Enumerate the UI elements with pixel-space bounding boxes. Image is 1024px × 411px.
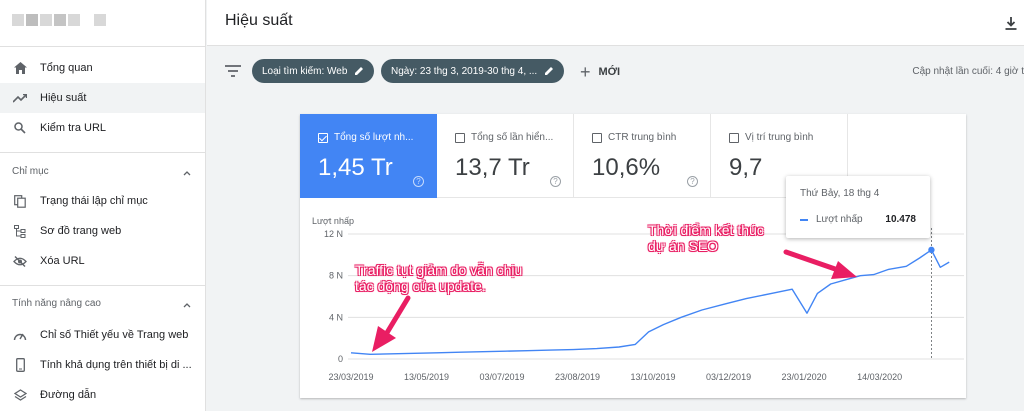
tooltip-value: 10.478 xyxy=(885,214,916,225)
tooltip-series: Lượt nhấp xyxy=(816,214,863,225)
tooltip-date: Thứ Bảy, 18 thg 4 xyxy=(800,188,880,199)
arrow-right xyxy=(783,249,857,279)
chart-tooltip: Thứ Bảy, 18 thg 4 Lượt nhấp 10.478 xyxy=(786,176,930,238)
arrow-left xyxy=(372,295,411,352)
series-swatch xyxy=(800,218,808,221)
